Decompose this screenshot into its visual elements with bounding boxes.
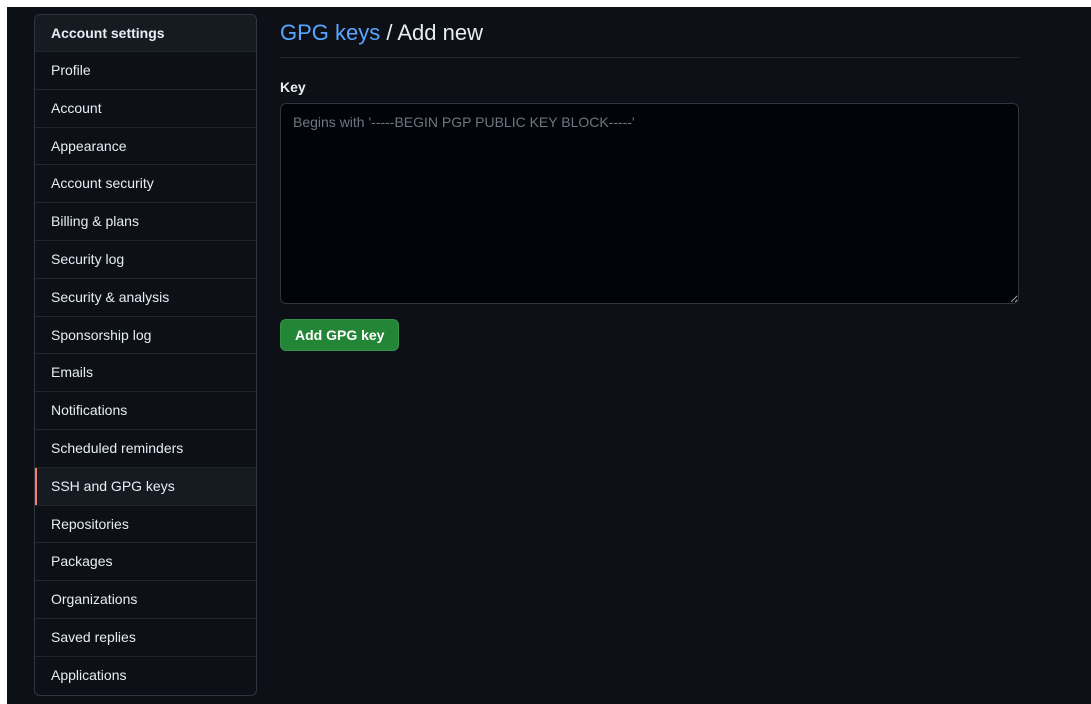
sidebar-item-appearance[interactable]: Appearance <box>35 128 256 166</box>
main-content: GPG keys / Add new Key Add GPG key <box>280 7 1020 351</box>
sidebar-item-sponsorship-log[interactable]: Sponsorship log <box>35 317 256 355</box>
sidebar-item-applications[interactable]: Applications <box>35 657 256 695</box>
key-label: Key <box>280 79 306 95</box>
sidebar-item-security-analysis[interactable]: Security & analysis <box>35 279 256 317</box>
gpg-keys-link[interactable]: GPG keys <box>280 20 380 45</box>
sidebar-item-emails[interactable]: Emails <box>35 354 256 393</box>
sidebar-item-billing-plans[interactable]: Billing & plans <box>35 203 256 241</box>
sidebar-item-organizations[interactable]: Organizations <box>35 581 256 619</box>
add-gpg-key-button[interactable]: Add GPG key <box>280 319 400 351</box>
sidebar-header: Account settings <box>35 15 256 52</box>
sidebar-item-repositories[interactable]: Repositories <box>35 506 256 544</box>
sidebar-item-notifications[interactable]: Notifications <box>35 392 256 430</box>
sidebar-item-saved-replies[interactable]: Saved replies <box>35 619 256 657</box>
sidebar-item-ssh-gpg-keys[interactable]: SSH and GPG keys <box>35 467 256 506</box>
settings-sidebar: Account settings Profile Account Appeara… <box>34 14 257 696</box>
page-title: GPG keys / Add new <box>280 7 1020 58</box>
sidebar-item-profile[interactable]: Profile <box>35 52 256 90</box>
sidebar-item-security-log[interactable]: Security log <box>35 241 256 279</box>
app-window: Account settings Profile Account Appeara… <box>7 7 1091 704</box>
sidebar-item-account[interactable]: Account <box>35 90 256 128</box>
sidebar-item-account-security[interactable]: Account security <box>35 165 256 204</box>
key-input[interactable] <box>280 103 1019 304</box>
sidebar-item-packages[interactable]: Packages <box>35 543 256 582</box>
sidebar-item-scheduled-reminders[interactable]: Scheduled reminders <box>35 430 256 468</box>
page-title-suffix: / Add new <box>380 20 483 45</box>
